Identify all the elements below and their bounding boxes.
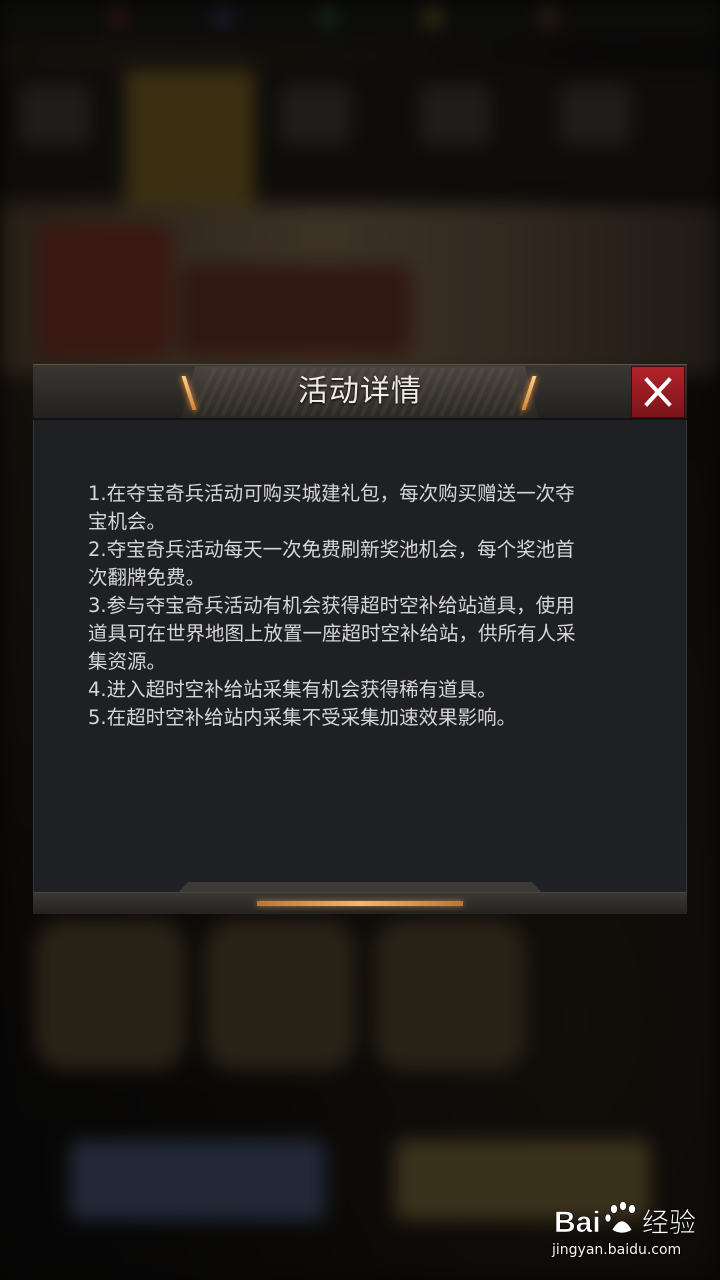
close-button[interactable] <box>631 366 685 418</box>
rule-line: 4.进入超时空补给站采集有机会获得稀有道具。 <box>88 678 497 701</box>
rule-line: 集资源。 <box>88 650 167 673</box>
rule-line: 2.夺宝奇兵活动每天一次免费刷新奖池机会，每个奖池首 <box>88 538 575 561</box>
rule-line: 宝机会。 <box>88 510 167 533</box>
rule-line: 道具可在世界地图上放置一座超时空补给站，供所有人采 <box>88 622 576 645</box>
svg-text:经验: 经验 <box>642 1208 696 1239</box>
svg-text:Bai: Bai <box>554 1206 601 1239</box>
rules-list: 1.在夺宝奇兵活动可购买城建礼包，每次购买赠送一次夺 宝机会。 2.夺宝奇兵活动… <box>88 480 644 732</box>
rule-line: 次翻牌免费。 <box>88 566 206 589</box>
dialog-body: 1.在夺宝奇兵活动可购买城建礼包，每次购买赠送一次夺 宝机会。 2.夺宝奇兵活动… <box>33 420 687 892</box>
dialog-title: 活动详情 <box>298 374 422 409</box>
screen: 活动详情 1.在夺宝奇兵活动可购买城建礼包，每次购买赠送一次夺 宝机会。 2.夺… <box>0 0 720 1280</box>
rule-line: 5.在超时空补给站内采集不受采集加速效果影响。 <box>88 706 517 729</box>
baidu-logo: Bai 经验 <box>554 1201 696 1239</box>
footer-accent <box>257 901 463 906</box>
event-details-dialog: 活动详情 1.在夺宝奇兵活动可购买城建礼包，每次购买赠送一次夺 宝机会。 2.夺… <box>33 364 687 914</box>
baidu-jingyan-watermark: Bai 经验 jingyan.baidu.com <box>552 1198 712 1270</box>
close-icon <box>644 377 672 407</box>
rule-line: 1.在夺宝奇兵活动可购买城建礼包，每次购买赠送一次夺 <box>88 482 575 505</box>
watermark-url: jingyan.baidu.com <box>552 1242 682 1258</box>
rule-line: 3.参与夺宝奇兵活动有机会获得超时空补给站道具，使用 <box>88 594 575 617</box>
